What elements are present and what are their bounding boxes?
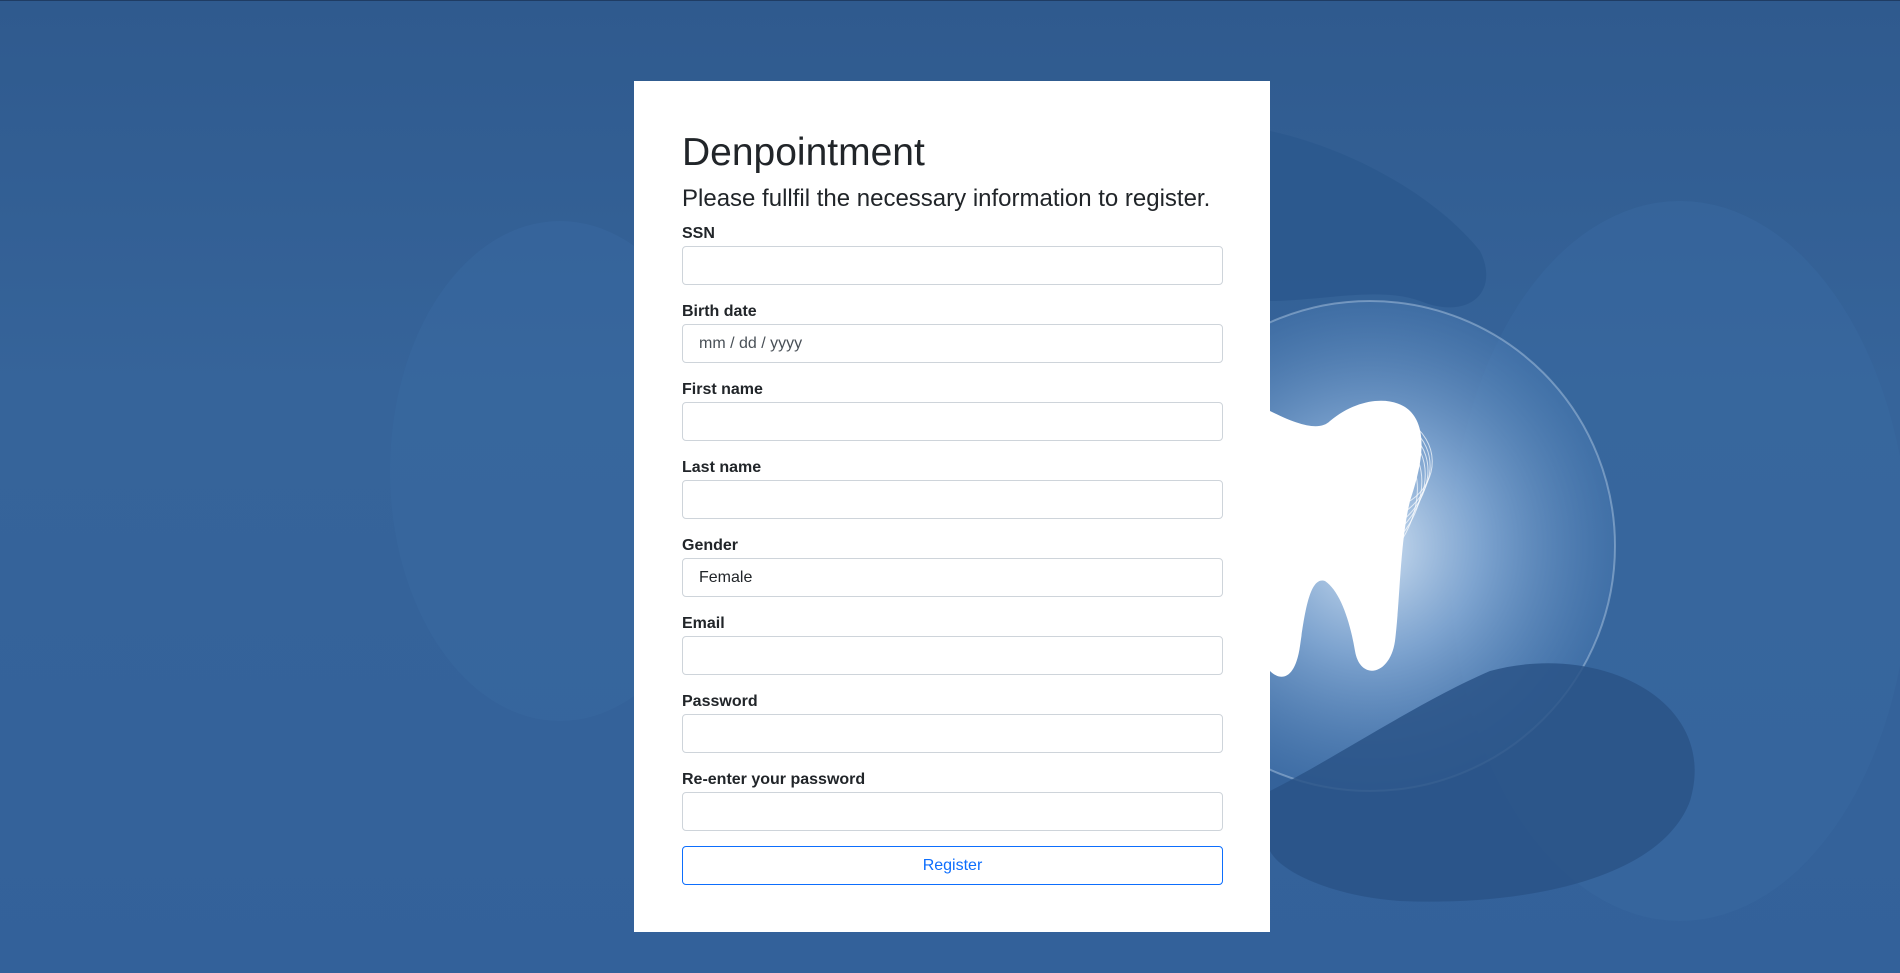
last-name-label: Last name [682,459,762,476]
birth-date-label: Birth date [682,303,757,320]
last-name-group: Last name [682,457,1223,519]
email-input[interactable] [682,636,1223,675]
first-name-group: First name [682,379,1223,441]
register-button[interactable]: Register [682,846,1223,885]
first-name-label: First name [682,381,763,398]
last-name-input[interactable] [682,480,1223,519]
ssn-input[interactable] [682,246,1223,285]
password-label: Password [682,693,758,710]
birth-date-input[interactable]: mm / dd / yyyy [682,324,1223,363]
email-group: Email [682,613,1223,675]
password-confirm-input[interactable] [682,792,1223,831]
registration-card: Denpointment Please fullfil the necessar… [634,81,1270,932]
password-group: Password [682,691,1223,753]
birth-date-group: Birth date mm / dd / yyyy [682,301,1223,363]
ssn-group: SSN [682,223,1223,285]
page-title: Denpointment [682,131,925,174]
password-confirm-group: Re-enter your password [682,769,1223,831]
gender-group: Gender Female [682,535,1223,597]
password-input[interactable] [682,714,1223,753]
ssn-label: SSN [682,225,715,242]
first-name-input[interactable] [682,402,1223,441]
email-label: Email [682,615,725,632]
gender-label: Gender [682,537,739,554]
page-subtitle: Please fullfil the necessary information… [682,185,1211,212]
password-confirm-label: Re-enter your password [682,771,866,788]
gender-select[interactable]: Female [682,558,1223,597]
